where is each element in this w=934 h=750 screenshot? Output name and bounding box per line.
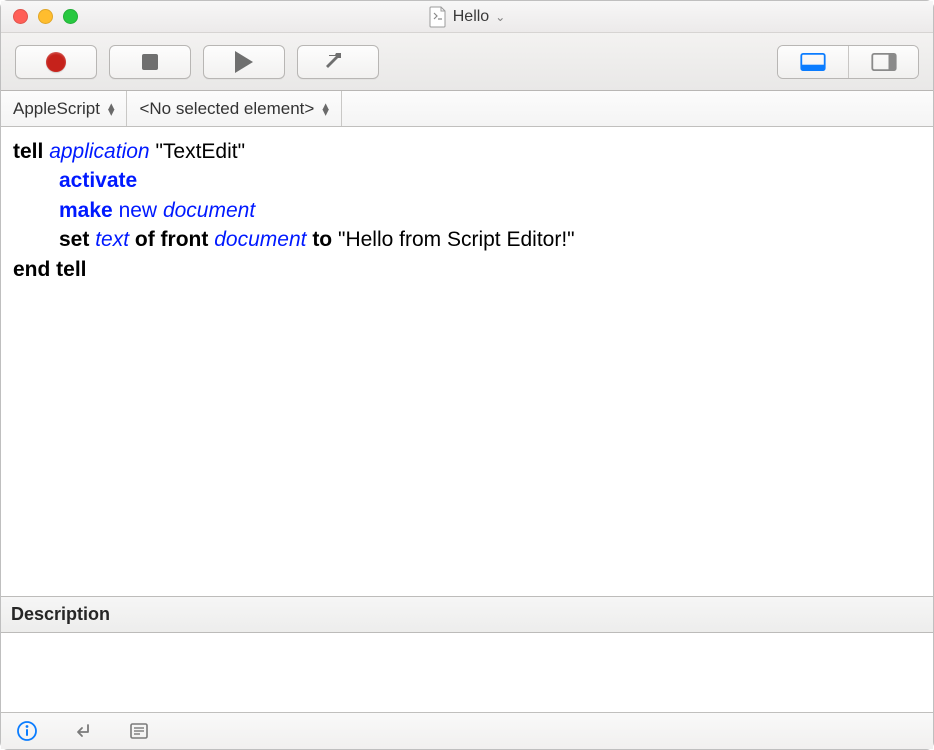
language-selector[interactable]: AppleScript ▴▾ [1, 91, 127, 126]
updown-icon: ▴▾ [108, 103, 115, 115]
description-body[interactable] [1, 633, 933, 713]
command: make [59, 199, 113, 222]
play-icon [235, 51, 253, 73]
selector-bar: AppleScript ▴▾ <No selected element> ▴▾ [1, 91, 933, 127]
navigator-selector[interactable]: <No selected element> ▴▾ [127, 91, 341, 126]
command: activate [59, 169, 137, 192]
compile-button[interactable] [297, 45, 379, 79]
info-icon [16, 720, 38, 742]
toolbar [1, 33, 933, 91]
class-ref: document [214, 228, 306, 251]
language-label: AppleScript [13, 99, 100, 119]
code-line: end tell [13, 255, 921, 284]
view-segment [777, 45, 919, 79]
param: new [119, 199, 158, 222]
code-line: make new document [13, 196, 921, 225]
title-chevron-icon: ⌄ [495, 10, 505, 24]
record-button[interactable] [15, 45, 97, 79]
kw: set [59, 228, 89, 251]
class-ref: application [49, 140, 149, 163]
zoom-window-button[interactable] [63, 9, 78, 24]
minimize-window-button[interactable] [38, 9, 53, 24]
traffic-lights [13, 9, 78, 24]
info-button[interactable] [15, 719, 39, 743]
code-line: set text of front document to "Hello fro… [13, 225, 921, 254]
code-line: activate [13, 166, 921, 195]
stop-icon [142, 54, 158, 70]
navigator-label: <No selected element> [139, 99, 314, 119]
description-header[interactable]: Description [1, 597, 933, 633]
status-bar [1, 713, 933, 749]
updown-icon: ▴▾ [322, 103, 329, 115]
record-icon [46, 52, 66, 72]
code-line: tell application "TextEdit" [13, 137, 921, 166]
run-button[interactable] [203, 45, 285, 79]
result-pane-button[interactable] [71, 719, 95, 743]
side-panel-icon [871, 53, 897, 71]
window-title: Hello [453, 8, 489, 26]
document-icon [429, 6, 447, 28]
show-side-panel-button[interactable] [848, 46, 918, 78]
description-label: Description [11, 604, 110, 625]
script-editor[interactable]: tell application "TextEdit" activate mak… [1, 127, 933, 597]
return-arrow-icon [72, 720, 94, 742]
string-literal: "TextEdit" [155, 140, 245, 163]
bottom-pane-icon [800, 53, 826, 71]
log-pane-button[interactable] [127, 719, 151, 743]
class-ref: document [163, 199, 255, 222]
kw: of front [135, 228, 208, 251]
show-bottom-pane-button[interactable] [778, 46, 848, 78]
log-icon [128, 720, 150, 742]
window-title-area: Hello ⌄ [1, 6, 933, 28]
kw: end tell [13, 258, 87, 281]
class-ref: text [95, 228, 129, 251]
stop-button[interactable] [109, 45, 191, 79]
titlebar: Hello ⌄ [1, 1, 933, 33]
kw: to [312, 228, 332, 251]
string-literal: "Hello from Script Editor!" [338, 228, 575, 251]
hammer-icon [325, 49, 351, 75]
close-window-button[interactable] [13, 9, 28, 24]
kw: tell [13, 140, 43, 163]
